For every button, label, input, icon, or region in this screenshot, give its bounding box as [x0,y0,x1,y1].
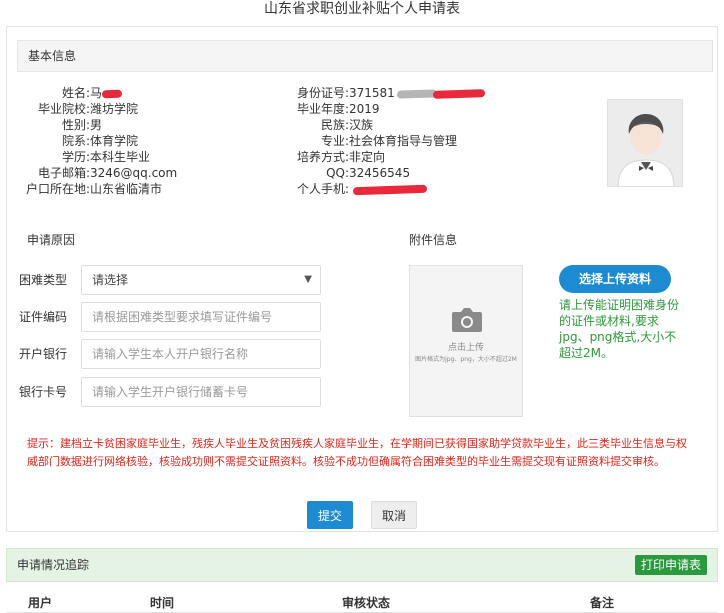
form-label: 开户银行 [19,347,68,361]
info-label: 电子邮箱: [37,166,90,180]
info-label: 毕业年度: [296,102,349,116]
info-label: 姓名: [61,86,90,100]
info-label: 民族: [320,118,349,132]
person-silhouette-icon [608,100,682,186]
info-value: 本科生毕业 [90,150,151,164]
form-label: 困难类型 [19,273,68,287]
page-title: 山东省求职创业补贴个人申请表 [264,1,460,17]
reason-title: 申请原因 [27,233,76,247]
info-value: 体育学院 [90,134,139,148]
form-label: 证件编码 [19,310,68,324]
info-row-ethnicity: 民族:汉族 [263,117,485,133]
select-value: 请选择 [92,273,129,287]
info-row-education: 学历:本科生毕业 [13,149,177,165]
info-value: 371581 [349,86,395,100]
info-label: 毕业院校: [37,102,90,116]
print-application-button[interactable]: 打印申请表 [634,555,707,575]
redaction-mark [396,88,437,99]
info-row-hukou: 户口所在地:山东省临清市 [13,181,177,197]
info-row-school: 毕业院校:潍坊学院 [13,101,177,117]
info-value: 32456545 [349,166,411,180]
info-row-gender: 性别:男 [13,117,177,133]
info-row-phone: 个人手机: [263,181,485,197]
column-header-user: 用户 [28,596,53,610]
info-value: 男 [90,118,103,132]
column-header-remark: 备注 [590,596,615,610]
info-value: 2019 [349,102,380,116]
info-value: 山东省临清市 [90,182,163,196]
tracking-table-header: 用户 时间 审核状态 备注 [6,588,718,613]
tracking-header: 申请情况追踪 打印申请表 [6,548,718,582]
info-value: 汉族 [349,118,374,132]
info-row-idcard: 身份证号:371581 [263,85,485,101]
card-number-input[interactable] [81,377,321,407]
submit-button[interactable]: 提交 [307,501,353,529]
redaction-mark [101,89,123,98]
application-card: 基本信息 姓名:马 毕业院校:潍坊学院 性别:男 院系:体育学院 学历:本科生毕… [6,26,718,532]
info-label: 户口所在地: [25,182,90,196]
info-value: 马 [90,86,103,100]
difficulty-type-select[interactable]: 请选择 ▼ [81,265,321,295]
info-row-email: 电子邮箱:3246@qq.com [13,165,177,181]
upload-area-hint: 图片格式为jpg、png，大小不超过2M [415,356,517,363]
select-upload-button[interactable]: 选择上传资料 [559,265,671,293]
info-label: 专业: [320,134,349,148]
cert-number-input[interactable] [81,302,321,332]
info-row-department: 院系:体育学院 [13,133,177,149]
redaction-mark [432,88,485,99]
info-row-qq: QQ:32456545 [263,165,485,181]
info-value: 非定向 [349,150,386,164]
upload-area[interactable]: 点击上传 图片格式为jpg、png，大小不超过2M [409,265,523,417]
hint-text: 提示：建档立卡贫困家庭毕业生，残疾人毕业生及贫困残疾人家庭毕业生，在学期间已获得… [27,437,687,468]
info-value: 社会体育指导与管理 [349,134,458,148]
info-label: 培养方式: [296,150,349,164]
info-row-grad-year: 毕业年度:2019 [263,101,485,117]
info-row-major: 专业:社会体育指导与管理 [263,133,485,149]
info-label: 个人手机: [296,182,349,196]
basic-info-left: 姓名:马 毕业院校:潍坊学院 性别:男 院系:体育学院 学历:本科生毕业 电子邮… [13,85,177,197]
upload-tip: 请上传能证明困难身份的证件或材料,要求jpg、png格式,大小不超过2M。 [559,298,680,360]
info-value: 潍坊学院 [90,102,139,116]
avatar [607,99,683,187]
basic-info-header: 基本信息 [17,40,713,72]
caret-down-icon: ▼ [304,274,312,285]
info-value: 3246@qq.com [90,166,178,180]
tracking-title: 申请情况追踪 [17,558,90,572]
info-label: QQ: [326,166,349,180]
info-label: 学历: [61,150,90,164]
bank-name-input[interactable] [81,339,321,369]
info-label: 身份证号: [296,86,349,100]
camera-icon [452,308,482,332]
cancel-button[interactable]: 取消 [371,501,417,529]
info-label: 性别: [61,118,90,132]
column-header-status: 审核状态 [342,596,391,610]
form-label: 银行卡号 [19,385,68,399]
info-label: 院系: [61,134,90,148]
redaction-mark [352,184,428,195]
basic-info-right: 身份证号:371581 毕业年度:2019 民族:汉族 专业:社会体育指导与管理… [263,85,485,197]
info-row-name: 姓名:马 [13,85,177,101]
upload-area-label: 点击上传 [447,343,484,353]
column-header-time: 时间 [150,596,175,610]
info-row-training: 培养方式:非定向 [263,149,485,165]
attachment-title: 附件信息 [409,233,458,247]
